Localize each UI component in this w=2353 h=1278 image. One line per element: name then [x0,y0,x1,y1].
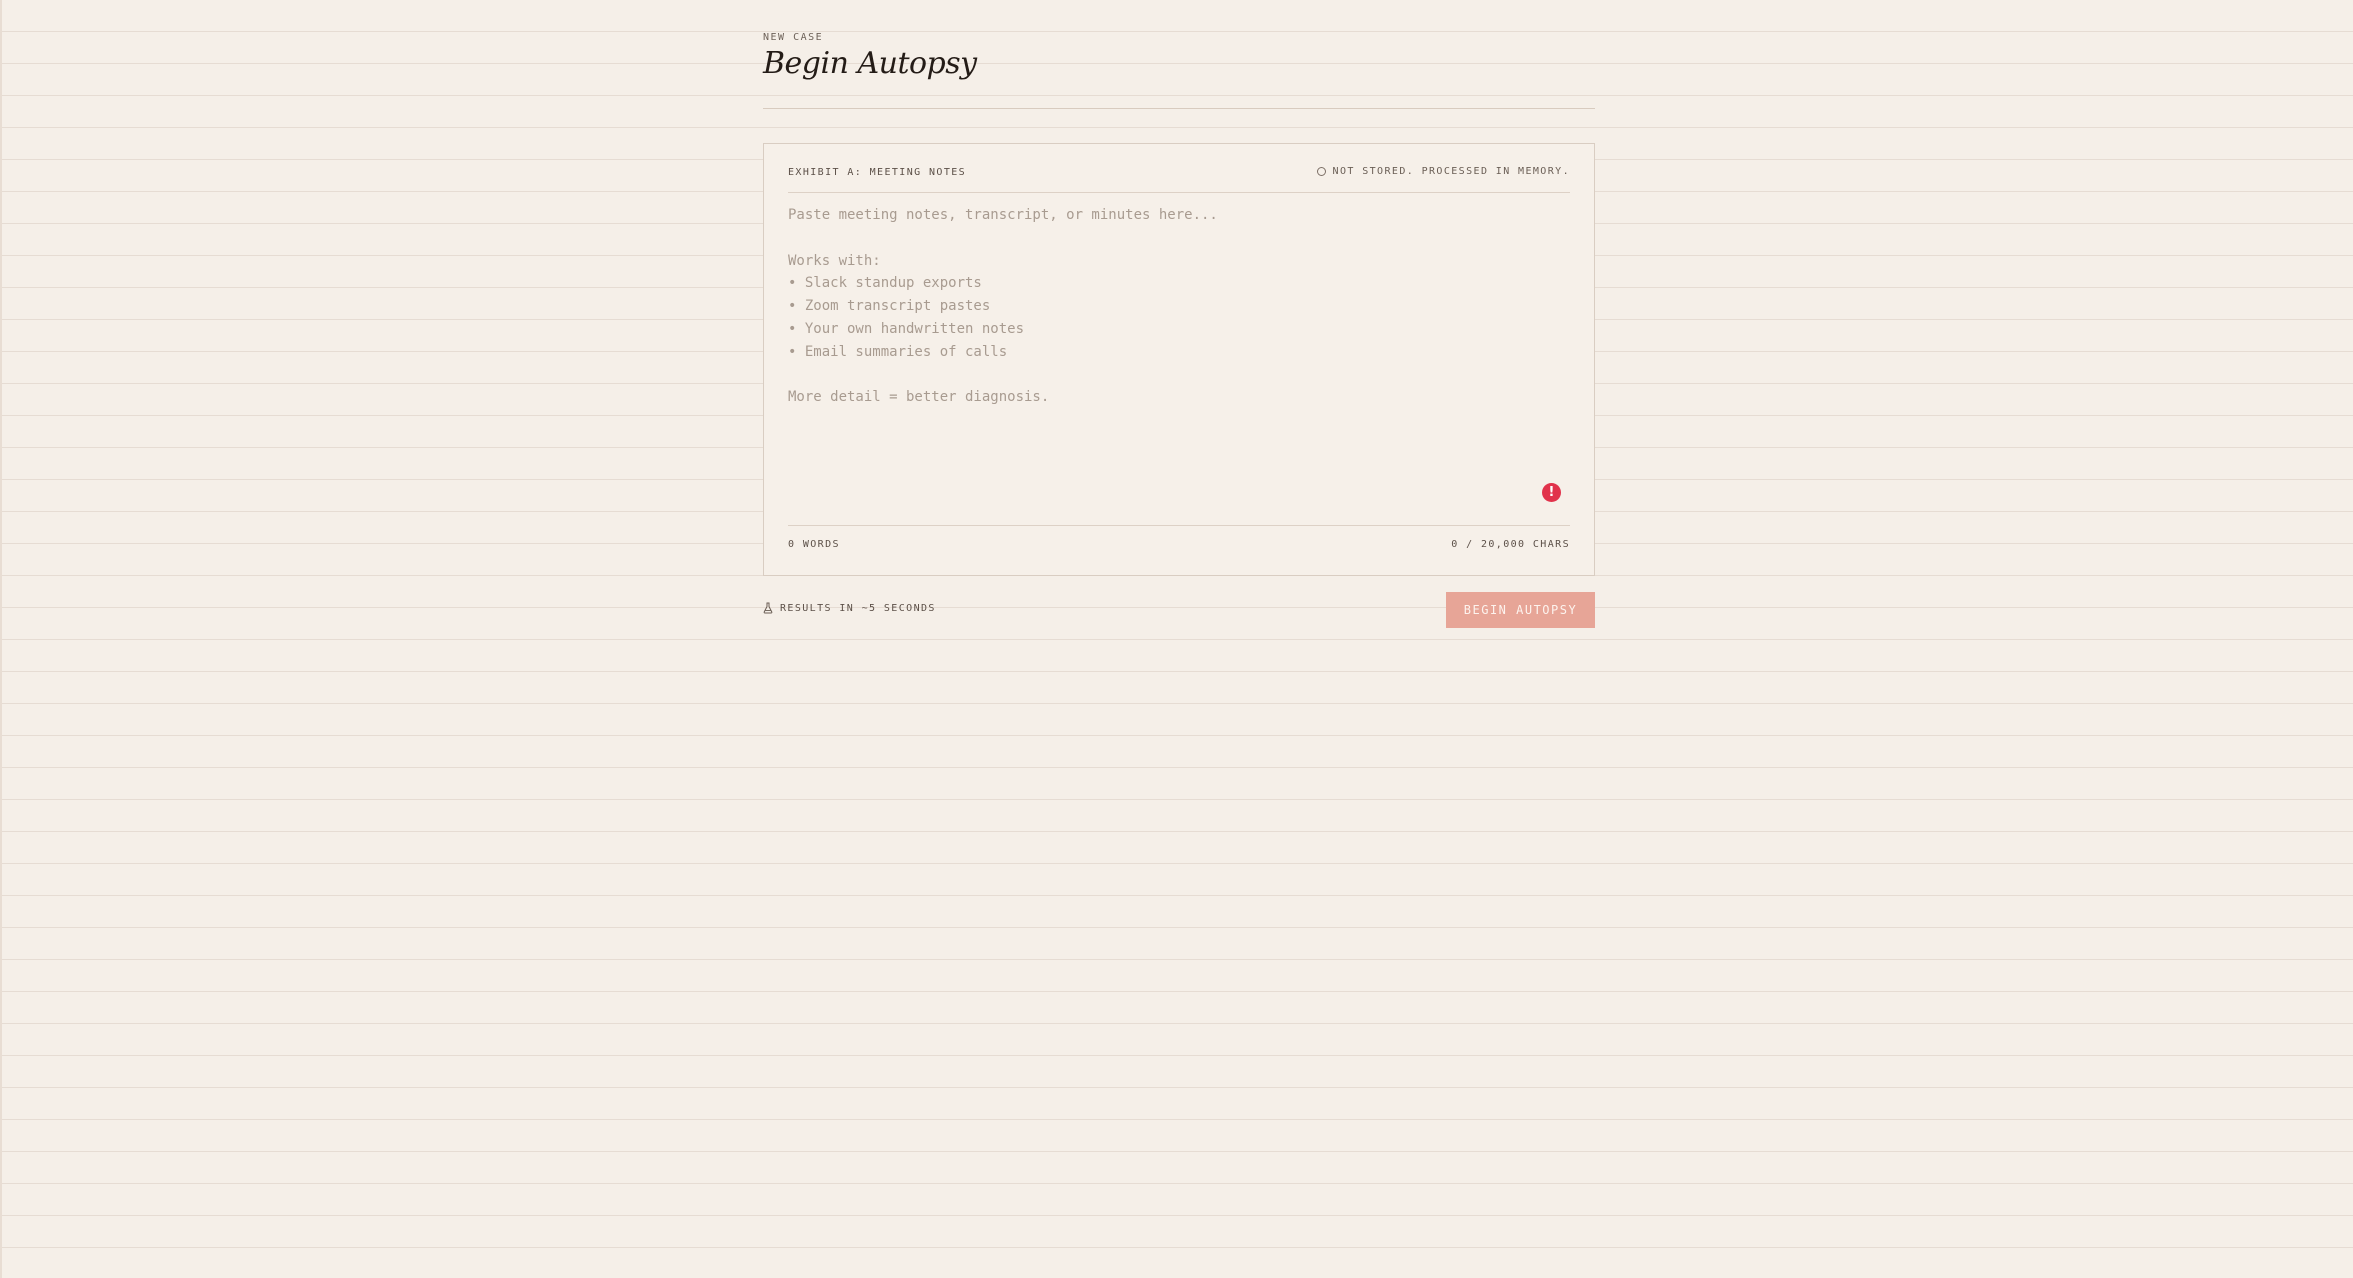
notes-card: EXHIBIT A: MEETING NOTES NOT STORED. PRO… [763,143,1595,576]
char-count: 0 / 20,000 CHARS [1451,539,1570,550]
results-note: RESULTS IN ~5 SECONDS [763,602,936,614]
card-header: EXHIBIT A: MEETING NOTES NOT STORED. PRO… [788,144,1570,193]
action-row: RESULTS IN ~5 SECONDS BEGIN AUTOPSY [763,592,1595,628]
circle-icon [1316,167,1326,176]
begin-autopsy-button[interactable]: BEGIN AUTOPSY [1446,592,1595,628]
flask-icon [763,602,773,614]
privacy-notice: NOT STORED. PROCESSED IN MEMORY. [1316,166,1570,177]
word-count: 0 WORDS [788,539,840,550]
case-eyebrow: NEW CASE [763,32,824,43]
page-title: Begin Autopsy [763,46,977,81]
exhibit-label: EXHIBIT A: MEETING NOTES [788,167,967,178]
meeting-notes-input[interactable] [788,204,1548,504]
privacy-text: NOT STORED. PROCESSED IN MEMORY. [1332,166,1570,177]
card-footer: 0 WORDS 0 / 20,000 CHARS [788,525,1570,576]
exclamation-icon: ! [1542,483,1561,502]
results-eta-text: RESULTS IN ~5 SECONDS [780,602,936,614]
title-divider [763,108,1595,109]
